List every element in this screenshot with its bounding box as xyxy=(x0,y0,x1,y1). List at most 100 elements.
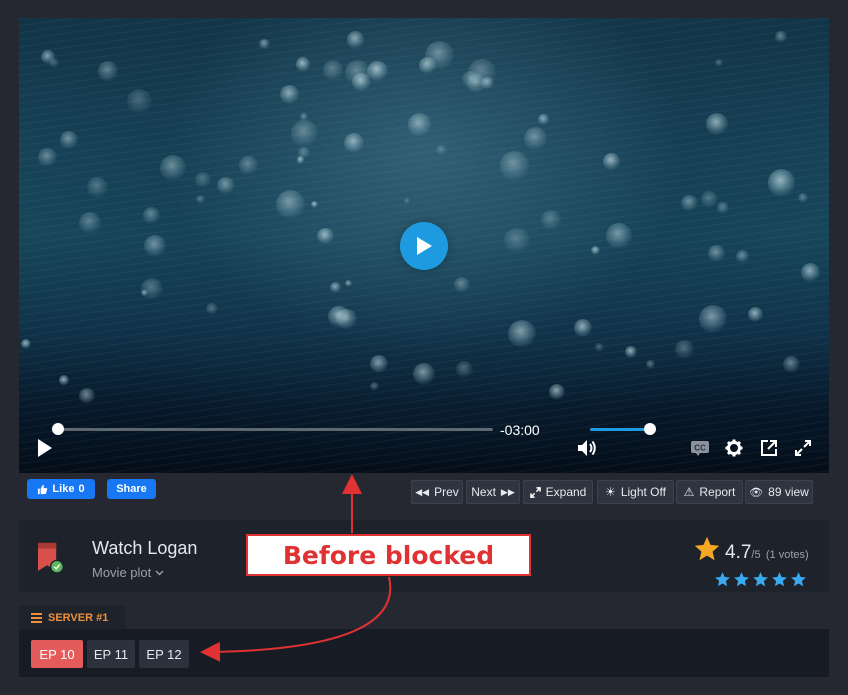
svg-text:CC: CC xyxy=(694,444,706,453)
video-player[interactable] xyxy=(19,18,829,473)
bubble xyxy=(195,172,212,189)
bubble xyxy=(717,202,730,214)
bubble xyxy=(500,151,530,181)
bubble xyxy=(698,304,727,333)
bubble xyxy=(435,144,447,156)
bubble xyxy=(456,361,474,379)
bubble xyxy=(602,152,620,170)
seek-handle[interactable] xyxy=(52,423,64,435)
views-count: 89 view xyxy=(768,485,809,499)
bubble xyxy=(97,60,119,82)
bubble xyxy=(40,50,55,65)
settings-gear-icon[interactable] xyxy=(725,439,743,457)
expand-button[interactable]: Expand xyxy=(523,480,593,504)
bubble xyxy=(195,194,206,204)
rating-star-icon xyxy=(694,536,720,561)
prev-button[interactable]: ◀◀ Prev xyxy=(411,480,463,504)
chevron-down-icon xyxy=(155,570,164,575)
play-icon[interactable] xyxy=(37,438,53,458)
bubble xyxy=(747,306,763,322)
bubble xyxy=(403,197,410,204)
annotation-label-box: Before blocked xyxy=(246,534,531,576)
report-button[interactable]: ⚠ Report xyxy=(676,480,743,504)
rate-star-icon[interactable] xyxy=(733,571,750,588)
facebook-like-button[interactable]: Like 0 xyxy=(27,479,95,499)
rating-max: /5 xyxy=(751,549,761,561)
bubble xyxy=(329,281,342,293)
bubble xyxy=(310,200,318,208)
rate-star-icon[interactable] xyxy=(752,571,769,588)
annotation-label: Before blocked xyxy=(282,540,495,570)
bubble xyxy=(275,190,305,220)
bubble xyxy=(126,88,152,114)
movie-title: Watch Logan xyxy=(92,538,198,558)
rate-star-icon[interactable] xyxy=(714,571,731,588)
expand-label: Expand xyxy=(545,485,587,499)
rate-star-icon[interactable] xyxy=(771,571,788,588)
prev-label: Prev xyxy=(434,485,459,499)
bubble xyxy=(239,155,259,175)
bubble xyxy=(369,354,388,373)
bubble xyxy=(645,359,655,369)
bubble xyxy=(217,176,235,195)
bubble xyxy=(590,245,601,255)
picture-in-picture-icon[interactable] xyxy=(760,439,778,457)
bubble xyxy=(322,60,344,81)
volume-icon[interactable] xyxy=(577,439,597,457)
server-label: SERVER #1 xyxy=(48,612,109,624)
warning-icon: ⚠ xyxy=(683,485,695,499)
bubble xyxy=(594,342,604,352)
next-label: Next xyxy=(471,485,496,499)
bubble xyxy=(296,156,305,164)
bubble xyxy=(675,339,695,359)
fast-forward-icon: ▶▶ xyxy=(500,486,515,497)
views-badge: 👁 89 view xyxy=(745,480,813,504)
server-tab[interactable]: SERVER #1 xyxy=(19,606,125,630)
volume-handle[interactable] xyxy=(644,423,656,435)
rate-star-icon[interactable] xyxy=(790,571,807,588)
expand-icon xyxy=(529,486,541,498)
rate-stars[interactable] xyxy=(714,571,807,588)
bubble xyxy=(624,345,638,359)
episode-button-10[interactable]: EP 10 xyxy=(31,640,83,668)
time-remaining: -03:00 xyxy=(500,422,540,438)
bubble xyxy=(705,113,728,135)
movie-plot-toggle[interactable]: Movie plot xyxy=(92,565,164,580)
volume-slider[interactable] xyxy=(590,428,652,431)
bubble xyxy=(541,209,562,230)
thumbs-up-icon xyxy=(38,484,48,494)
bubble xyxy=(681,194,698,212)
big-play-button[interactable] xyxy=(400,222,448,270)
bubble xyxy=(548,383,566,400)
bubble xyxy=(58,375,69,386)
bubble xyxy=(538,114,549,125)
like-label: Like xyxy=(52,483,75,495)
light-off-button[interactable]: ☀ Light Off xyxy=(597,480,674,504)
rating-votes: (1 votes) xyxy=(765,549,809,561)
bubble xyxy=(767,169,796,197)
bubble xyxy=(346,31,365,49)
like-count: 0 xyxy=(78,483,85,495)
episode-button-11[interactable]: EP 11 xyxy=(87,640,135,668)
report-label: Report xyxy=(699,485,736,499)
fullscreen-icon[interactable] xyxy=(794,439,812,457)
bubble xyxy=(407,113,432,137)
bookmark-poster-icon xyxy=(38,542,64,574)
bubble xyxy=(328,305,350,328)
seek-bar[interactable] xyxy=(53,428,493,431)
bubble xyxy=(782,355,800,373)
bubble xyxy=(142,206,160,224)
bubble xyxy=(259,38,270,50)
bubble xyxy=(280,84,300,104)
rating-summary: 4.7/5 (1 votes) xyxy=(725,542,809,564)
facebook-share-button[interactable]: Share xyxy=(107,479,156,499)
captions-icon[interactable]: CC xyxy=(690,440,710,457)
next-button[interactable]: Next ▶▶ xyxy=(466,480,520,504)
bubble xyxy=(344,279,352,288)
episode-button-12[interactable]: EP 12 xyxy=(139,640,189,668)
bubble xyxy=(369,381,379,391)
play-icon xyxy=(417,237,432,255)
server-icon xyxy=(31,613,42,623)
bubble xyxy=(140,278,163,301)
bubble xyxy=(715,58,723,67)
